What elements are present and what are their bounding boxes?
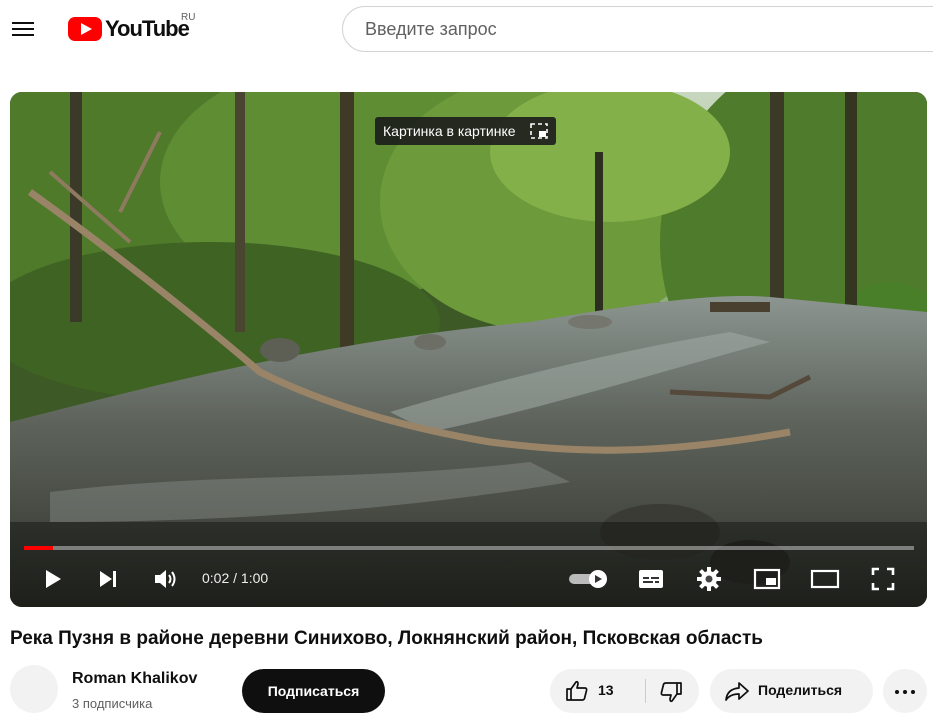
fullscreen-icon[interactable]: [871, 567, 895, 591]
channel-name[interactable]: Roman Khalikov: [72, 670, 197, 688]
like-dislike-group: 13: [550, 669, 699, 713]
miniplayer-icon[interactable]: [753, 568, 781, 590]
youtube-logo-icon: [68, 17, 102, 41]
more-dot-icon: [911, 690, 915, 694]
subtitles-icon[interactable]: [638, 569, 664, 589]
masthead: YouTube RU: [0, 0, 933, 58]
thumbs-up-icon: [566, 680, 588, 701]
search-box[interactable]: [342, 6, 933, 52]
like-button[interactable]: 13: [550, 669, 645, 713]
search-input[interactable]: [363, 18, 927, 41]
youtube-logo[interactable]: YouTube: [68, 14, 190, 44]
subscriber-count: 3 подписчика: [72, 696, 153, 711]
play-icon[interactable]: [42, 568, 64, 590]
share-button[interactable]: Поделиться: [710, 669, 873, 713]
menu-icon[interactable]: [12, 18, 36, 38]
video-frame: [10, 92, 927, 607]
more-dot-icon: [903, 690, 907, 694]
theater-mode-icon[interactable]: [810, 569, 840, 589]
video-player[interactable]: [10, 92, 927, 607]
volume-icon[interactable]: [153, 567, 179, 591]
pip-tooltip: Картинка в картинке: [375, 117, 556, 145]
more-actions-button[interactable]: [883, 669, 927, 713]
time-display: 0:02 / 1:00: [202, 570, 269, 586]
settings-gear-icon[interactable]: [697, 567, 721, 591]
share-arrow-icon: [725, 682, 749, 701]
region-code: RU: [181, 12, 196, 23]
channel-avatar[interactable]: [10, 665, 58, 713]
more-dot-icon: [895, 690, 899, 694]
video-title: Река Пузня в районе деревни Синихово, Ло…: [10, 628, 763, 649]
like-count: 13: [598, 682, 614, 698]
progress-bar[interactable]: [24, 546, 914, 550]
subscribe-button[interactable]: Подписаться: [242, 669, 385, 713]
next-icon[interactable]: [98, 569, 120, 589]
logo-text: YouTube: [105, 16, 190, 41]
thumbs-down-icon: [660, 682, 682, 703]
dislike-button[interactable]: [646, 669, 699, 713]
autoplay-toggle[interactable]: [568, 569, 610, 589]
progress-played: [24, 546, 54, 550]
pip-tooltip-label: Картинка в картинке: [383, 123, 516, 139]
pip-icon: [529, 123, 548, 139]
share-label: Поделиться: [758, 682, 843, 698]
